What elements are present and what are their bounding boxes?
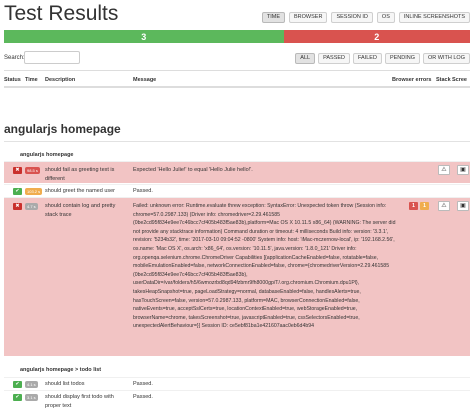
check-icon: ✔: [13, 394, 22, 401]
status-filter-group: ALL PASSED FAILED PENDING OR WITH LOG: [295, 53, 470, 64]
browser-errors-column-header[interactable]: Browser errors: [392, 77, 431, 83]
page-title: Test Results: [4, 2, 119, 25]
description-column-header[interactable]: Description: [45, 77, 75, 83]
toggle-browser-button[interactable]: BROWSER: [289, 12, 328, 23]
message-column-header[interactable]: Message: [133, 77, 156, 83]
screenshot-column-header[interactable]: Scree: [452, 77, 467, 83]
time-badge: 4.1 s: [25, 381, 38, 388]
table-row[interactable]: ✔ 3.1 s should display first todo with p…: [4, 390, 470, 411]
failed-count-segment[interactable]: 2: [283, 30, 470, 43]
test-description: should fail as greeting text is differen…: [45, 167, 115, 182]
time-column-header[interactable]: Time: [25, 77, 38, 83]
test-message: Passed.: [133, 394, 153, 400]
x-icon: ✖: [13, 167, 22, 174]
test-description: should contain log and pretty stack trac…: [45, 203, 116, 218]
time-badge: 98.5 s: [25, 167, 40, 174]
browser-error-count-badge[interactable]: 1: [409, 202, 418, 210]
suite-group-label: angularjs homepage > todo list: [20, 367, 102, 373]
table-row[interactable]: ✔ 103.2 s should greet the named user Pa…: [4, 184, 470, 197]
search-label: Search:: [4, 55, 25, 61]
column-toggle-toolbar: TIME BROWSER SESSION ID OS INLINE SCREEN…: [261, 12, 470, 23]
suite-group-label: angularjs homepage: [20, 152, 74, 158]
filter-all-button[interactable]: ALL: [295, 53, 316, 64]
status-column-header[interactable]: Status: [4, 77, 21, 83]
time-badge: 4.7 s: [25, 203, 38, 210]
table-row[interactable]: ✖ 98.5 s should fail as greeting text is…: [4, 161, 470, 183]
filter-passed-button[interactable]: PASSED: [318, 53, 350, 64]
image-icon[interactable]: ▣: [457, 201, 469, 211]
filter-failed-button[interactable]: FAILED: [353, 53, 382, 64]
warning-icon[interactable]: ⚠: [438, 201, 450, 211]
x-icon: ✖: [13, 203, 22, 210]
stack-column-header[interactable]: Stack: [436, 77, 451, 83]
toggle-session-id-button[interactable]: SESSION ID: [331, 12, 373, 23]
test-message: Passed.: [133, 381, 153, 387]
table-row[interactable]: ✖ 4.7 s should contain log and pretty st…: [4, 197, 470, 356]
toggle-time-button[interactable]: TIME: [261, 12, 286, 23]
test-message: Failed: unknown error: Runtime.evaluate …: [133, 203, 396, 330]
suite-section-title: angularjs homepage: [4, 122, 121, 136]
test-message: Passed.: [133, 188, 153, 194]
browser-warning-count-badge[interactable]: 1: [420, 202, 429, 210]
section-divider: [4, 141, 470, 142]
passed-count-segment[interactable]: 3: [4, 30, 284, 43]
search-input[interactable]: [24, 51, 80, 64]
time-badge: 3.1 s: [25, 394, 38, 401]
image-icon[interactable]: ▣: [457, 165, 469, 175]
toggle-inline-screenshots-button[interactable]: INLINE SCREENSHOTS: [398, 12, 470, 23]
check-icon: ✔: [13, 381, 22, 388]
test-message: Expected 'Hello Julie!' to equal 'Hello …: [133, 167, 253, 173]
time-badge: 103.2 s: [25, 188, 43, 195]
table-row[interactable]: ✔ 4.1 s should list todos Passed.: [4, 377, 470, 390]
check-icon: ✔: [13, 188, 22, 195]
test-description: should greet the named user: [45, 188, 116, 194]
test-description: should list todos: [45, 381, 85, 387]
browser-errors: 1 1: [409, 202, 429, 210]
toggle-os-button[interactable]: OS: [376, 12, 395, 23]
results-table-header: Status Time Description Message Browser …: [4, 70, 470, 88]
results-progress-bar: 3 2: [4, 30, 470, 43]
test-description: should display first todo with proper te…: [45, 394, 114, 409]
filter-pending-button[interactable]: PENDING: [384, 53, 421, 64]
warning-icon[interactable]: ⚠: [438, 165, 450, 175]
filter-with-log-button[interactable]: OR WITH LOG: [423, 53, 470, 64]
